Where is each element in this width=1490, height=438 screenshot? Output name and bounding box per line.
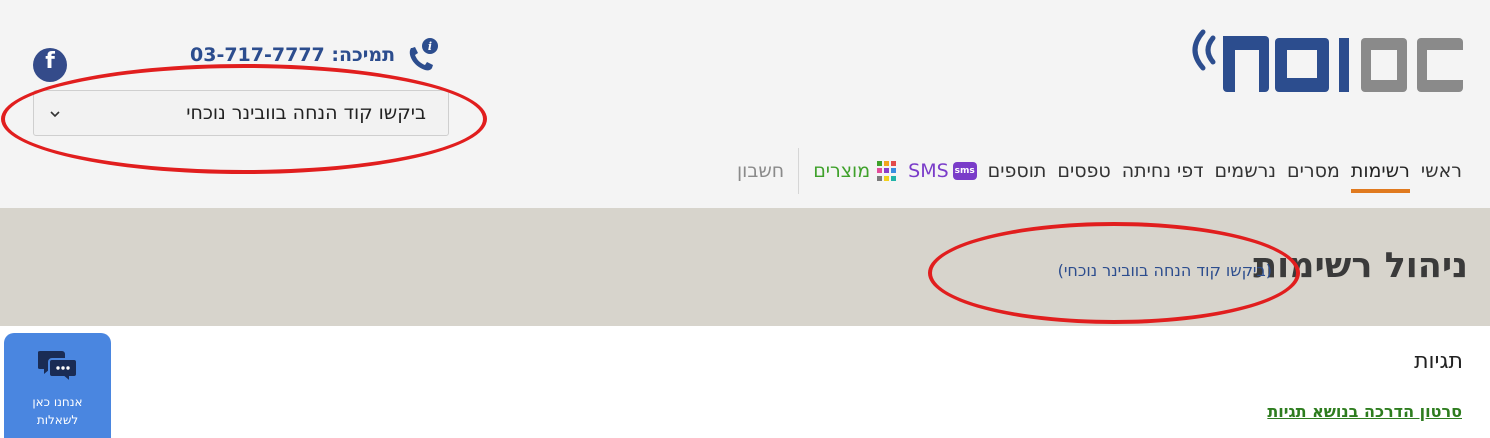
- grid-icon: [876, 161, 897, 181]
- tags-heading: תגיות: [1414, 349, 1463, 374]
- nav-item-subscribers[interactable]: נרשמים: [1214, 157, 1276, 185]
- support-label: תמיכה: 03-717-7777: [190, 44, 396, 66]
- nav-item-sms-label: SMS: [908, 160, 949, 182]
- nav-item-landing-pages[interactable]: דפי נחיתה: [1122, 157, 1204, 185]
- nav-item-sms[interactable]: sms SMS: [908, 160, 977, 182]
- nav-item-forms[interactable]: טפסים: [1057, 157, 1110, 185]
- logo[interactable]: [1189, 26, 1464, 96]
- chat-label-line-1: אנחנו כאן: [32, 395, 83, 409]
- nav-item-products[interactable]: מוצרים: [813, 160, 897, 182]
- chat-widget[interactable]: אנחנו כאן לשאלות: [4, 333, 111, 438]
- nav-item-home[interactable]: ראשי: [1421, 157, 1462, 185]
- facebook-icon[interactable]: f: [33, 48, 67, 82]
- nav-divider: [798, 148, 800, 194]
- nav-item-products-label: מוצרים: [813, 160, 871, 182]
- facebook-glyph: f: [45, 49, 55, 74]
- chat-widget-label: אנחנו כאן לשאלות: [4, 393, 111, 429]
- nav-item-lists[interactable]: רשימות: [1350, 157, 1410, 193]
- annotation-ellipse: [928, 222, 1300, 324]
- chat-label-line-2: לשאלות: [36, 413, 79, 427]
- phone-info-icon: i: [409, 38, 439, 71]
- tags-video-link[interactable]: סרטון הדרכה בנושא תגיות: [1267, 402, 1462, 421]
- nav-item-account[interactable]: חשבון: [737, 160, 784, 182]
- main-nav: ראשי רשימות מסרים נרשמים דפי נחיתה טפסים…: [737, 148, 1462, 194]
- nav-item-addons[interactable]: תוספים: [988, 157, 1047, 185]
- chat-bubbles-icon: [38, 351, 78, 385]
- svg-text:i: i: [428, 40, 432, 53]
- logo-mark: [1192, 29, 1463, 92]
- sms-icon: sms: [952, 162, 977, 180]
- nav-item-messages[interactable]: מסרים: [1287, 157, 1340, 185]
- annotation-ellipse: [1, 64, 487, 174]
